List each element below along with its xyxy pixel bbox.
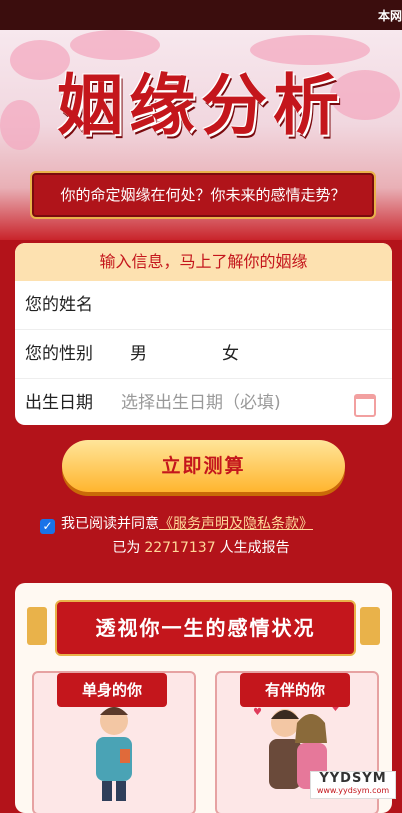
scroll-ornament-right	[360, 607, 380, 645]
blossom-decoration	[70, 30, 160, 60]
terms-link[interactable]: 《服务声明及隐私条款》	[159, 516, 313, 532]
section-title: 透视你一生的感情状况	[55, 600, 356, 656]
agreement-line: ✓ 我已阅读并同意《服务声明及隐私条款》	[40, 513, 380, 535]
report-count: 已为 22717137 人生成报告	[0, 537, 402, 559]
count-prefix: 已为	[112, 540, 141, 556]
info-form: 输入信息，马上了解你的姻缘 您的姓名 您的性别 男 女 出生日期 选择出生日期（…	[15, 243, 392, 425]
single-person-illustration	[96, 707, 132, 801]
name-row: 您的姓名	[15, 281, 392, 330]
top-bar: 本网	[0, 0, 402, 30]
watermark-url: www.yydsym.com	[316, 786, 390, 795]
tagline-banner: 你的命定姻缘在何处？你未来的感情走势？	[30, 171, 376, 219]
gender-row: 您的性别 男 女	[15, 330, 392, 379]
top-bar-text: 本网	[377, 9, 402, 23]
name-label: 您的姓名	[25, 295, 93, 315]
name-input[interactable]	[121, 291, 365, 321]
hero-banner: 姻缘分析 你的命定姻缘在何处？你未来的感情走势？	[0, 30, 402, 240]
calendar-icon[interactable]	[354, 394, 376, 417]
agree-checkbox[interactable]: ✓	[40, 519, 55, 534]
birth-date-field[interactable]: 选择出生日期（必填)	[121, 379, 281, 425]
count-number: 22717137	[144, 540, 216, 556]
svg-text:♥: ♥	[253, 707, 262, 718]
page-title: 姻缘分析	[57, 66, 345, 144]
calculate-button[interactable]: 立即测算	[62, 440, 345, 492]
gender-label: 您的性别	[25, 344, 93, 364]
scroll-ornament-left	[27, 607, 47, 645]
single-tag: 单身的你	[57, 673, 167, 707]
gender-option-female[interactable]: 女	[222, 330, 239, 378]
couple-tag: 有伴的你	[240, 673, 350, 707]
count-suffix: 人生成报告	[219, 540, 290, 556]
birth-label: 出生日期	[25, 393, 93, 413]
gender-option-male[interactable]: 男	[130, 330, 147, 378]
form-header: 输入信息，马上了解你的姻缘	[15, 243, 392, 281]
watermark-brand: YYDSYM	[319, 771, 387, 786]
site-watermark: YYDSYM www.yydsym.com	[310, 771, 396, 799]
birth-row[interactable]: 出生日期 选择出生日期（必填)	[15, 379, 392, 425]
agree-text: 我已阅读并同意	[61, 516, 159, 532]
